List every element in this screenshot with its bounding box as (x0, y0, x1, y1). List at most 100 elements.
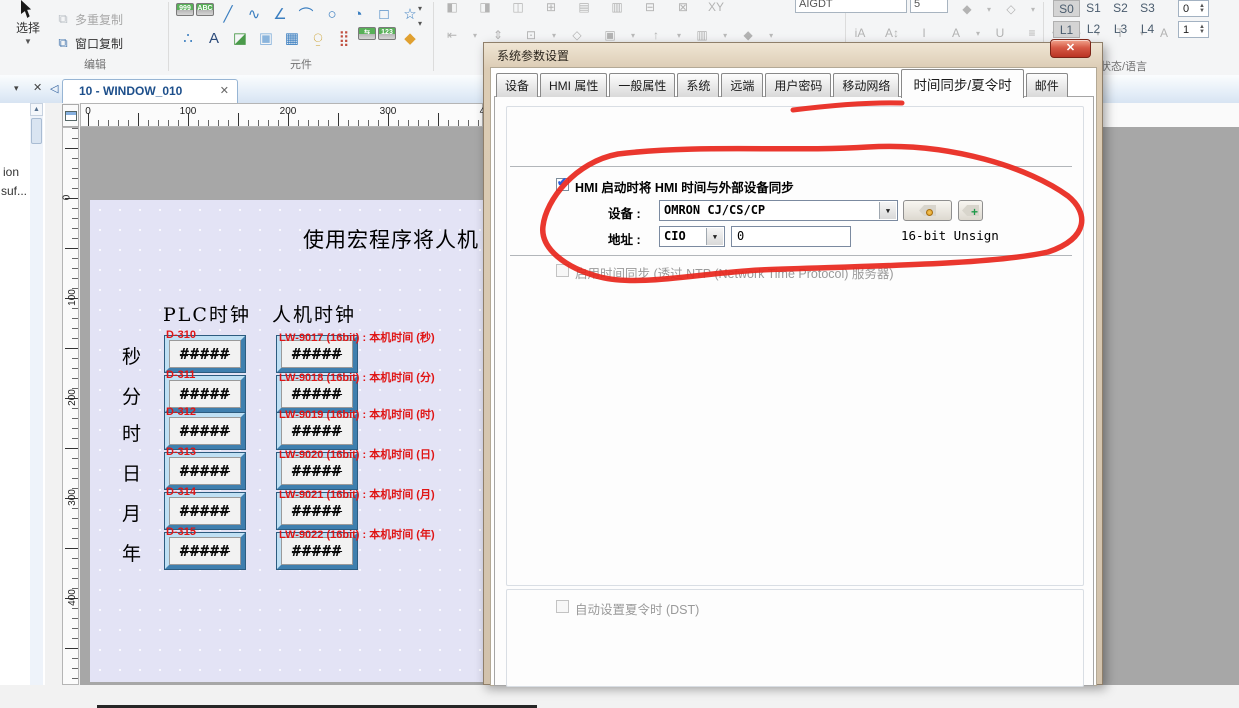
language-button-l2[interactable]: L2 (1080, 21, 1107, 38)
toolbar-icon[interactable]: ◨ (473, 0, 497, 18)
state-button-s0[interactable]: S0 (1053, 0, 1080, 17)
toolbar-icon[interactable]: I (912, 22, 936, 44)
panel-list-item[interactable]: suf... (1, 184, 27, 198)
plc-numeric-display[interactable]: ##### (165, 453, 245, 489)
panel-scrollbar-thumb[interactable] (31, 118, 42, 144)
toolbar-icon[interactable]: ◆ (955, 0, 979, 20)
font-size-combo[interactable]: 5 (910, 0, 948, 13)
canvas-title-text[interactable]: 使用宏程序将人机 (303, 224, 479, 254)
device-settings-button[interactable] (903, 200, 952, 221)
dialog-tab-8[interactable]: 时间同步/夏令时 (901, 69, 1023, 98)
chevron-down-icon[interactable]: ▾ (723, 31, 727, 40)
panel-scrollbar-track[interactable] (30, 103, 43, 685)
dst-checkbox[interactable] (556, 600, 569, 613)
freehand-line-icon[interactable]: ∿ (242, 3, 266, 25)
spinner-arrows-icon[interactable]: ▲▼ (1197, 22, 1207, 37)
dialog-tab-5[interactable]: 远端 (721, 73, 763, 97)
tab-close-icon[interactable]: ✕ (220, 80, 229, 103)
filled-rect-icon[interactable]: ▣ (254, 27, 278, 49)
picture-icon[interactable]: ◪ (228, 27, 252, 49)
row-label[interactable]: 分 (122, 382, 141, 409)
dialog-tab-2[interactable]: HMI 属性 (540, 73, 607, 97)
panel-collapse-icon[interactable]: ▾ (14, 83, 19, 94)
keypad-icon[interactable]: ⇆ (358, 27, 376, 40)
toolbar-icon[interactable]: ▤ (572, 0, 596, 18)
toolbar-icon[interactable]: A (944, 22, 968, 44)
dialog-tab-6[interactable]: 用户密码 (765, 73, 831, 97)
row-label[interactable]: 日 (122, 459, 141, 486)
circle-icon[interactable]: ○ (320, 3, 344, 25)
chevron-down-icon[interactable]: ▾ (987, 5, 991, 14)
toolbar-icon[interactable]: ⊞ (539, 0, 563, 18)
toolbar-icon[interactable]: ▥ (605, 0, 629, 18)
plc-numeric-display[interactable]: ##### (165, 413, 245, 449)
plc-numeric-display[interactable]: ##### (165, 336, 245, 372)
dialog-tab-9[interactable]: 邮件 (1026, 73, 1068, 97)
toolbar-icon[interactable]: A↕ (880, 22, 904, 44)
toolbar-icon[interactable]: ⇤ (440, 24, 464, 46)
language-button-l1[interactable]: L1 (1053, 21, 1080, 38)
rect-icon[interactable]: □ (372, 3, 396, 25)
dialog-close-button[interactable]: ✕ (1050, 39, 1091, 58)
panel-close-icon[interactable]: ✕ (33, 81, 42, 94)
ntp-sync-checkbox[interactable] (556, 264, 569, 277)
language-button-l3[interactable]: L3 (1107, 21, 1134, 38)
overflow-chevron-icon[interactable]: ▾ (418, 4, 422, 13)
row-label[interactable]: 年 (122, 539, 141, 566)
dialog-tab-4[interactable]: 系统 (677, 73, 719, 97)
font-name-combo[interactable]: AIGDT (795, 0, 907, 13)
traffic-light-icon[interactable]: ⣿ (332, 27, 356, 49)
state-button-s1[interactable]: S1 (1080, 0, 1107, 17)
scroll-up-icon[interactable]: ▲ (30, 103, 43, 116)
select-tool-button[interactable]: 选择 ▼ (16, 0, 40, 46)
toolbar-icon[interactable]: ⊠ (671, 0, 695, 18)
toolbar-icon[interactable]: ◇ (999, 0, 1023, 20)
overflow-chevron-icon[interactable]: ▾ (418, 19, 422, 28)
add-device-button[interactable]: + (958, 200, 983, 221)
dialog-tab-7[interactable]: 移动网络 (833, 73, 899, 97)
toolbar-icon[interactable]: XY (704, 0, 728, 18)
spinner-arrows-icon[interactable]: ▲▼ (1197, 1, 1207, 16)
chevron-down-icon[interactable]: ▾ (631, 31, 635, 40)
line-icon[interactable]: ╱ (216, 3, 240, 25)
chevron-down-icon[interactable]: ▾ (1031, 5, 1035, 14)
combo-arrow-icon[interactable]: ▼ (879, 202, 896, 219)
chevron-down-icon[interactable]: ▾ (976, 29, 980, 38)
plc-clock-header[interactable]: PLC时钟 (163, 300, 251, 327)
table-icon[interactable]: ▦ (280, 27, 304, 49)
hmi-sync-checkbox[interactable] (556, 178, 569, 191)
plc-numeric-display[interactable]: ##### (165, 533, 245, 569)
dialog-tab-3[interactable]: 一般属性 (609, 73, 675, 97)
language-spinner[interactable]: 1 ▲▼ (1178, 21, 1209, 38)
state-spinner[interactable]: 0 ▲▼ (1178, 0, 1209, 17)
tab-window-010[interactable]: 10 - WINDOW_010 ✕ (62, 79, 238, 103)
ascii-input-icon[interactable]: ABC (196, 3, 214, 16)
dialog-tab-1[interactable]: 设备 (496, 73, 538, 97)
numeric-keypad-icon[interactable]: 123 (378, 27, 396, 40)
chevron-down-icon[interactable]: ▾ (769, 31, 773, 40)
device-combo[interactable]: OMRON CJ/CS/CP ▼ (659, 200, 898, 221)
row-label[interactable]: 月 (122, 499, 141, 526)
hmi-clock-header[interactable]: 人机时钟 (272, 300, 356, 327)
arc-icon[interactable]: ⌒ (294, 3, 318, 25)
polyline-icon[interactable]: ∠ (268, 3, 292, 25)
numeric-input-icon[interactable]: 999 (176, 3, 194, 16)
address-type-combo[interactable]: CIO ▼ (659, 226, 725, 247)
toolbar-icon[interactable]: U (988, 22, 1012, 44)
lamp-icon[interactable]: ⍜ (306, 27, 330, 49)
window-copy-button[interactable]: ⧉ 窗口复制 (55, 32, 123, 54)
tab-nav-prev-icon[interactable]: ◁ (50, 82, 58, 95)
address-value-input[interactable]: 0 (731, 226, 851, 247)
language-button-l4[interactable]: L4 (1134, 21, 1161, 38)
toolbar-icon[interactable]: ⊟ (638, 0, 662, 18)
pie-icon[interactable]: ◔ (346, 3, 370, 25)
chevron-down-icon[interactable]: ▾ (473, 31, 477, 40)
dots-icon[interactable]: ∴ (176, 27, 200, 49)
row-label[interactable]: 时 (122, 419, 141, 446)
plc-numeric-display[interactable]: ##### (165, 493, 245, 529)
panel-list-item[interactable]: ion (3, 165, 19, 179)
multi-copy-button[interactable]: ⧉ 多重复制 (55, 8, 123, 30)
text-icon[interactable]: A (202, 27, 226, 49)
combo-arrow-icon[interactable]: ▼ (706, 228, 723, 245)
bookmark-tag-icon[interactable]: ◆ (398, 27, 422, 49)
